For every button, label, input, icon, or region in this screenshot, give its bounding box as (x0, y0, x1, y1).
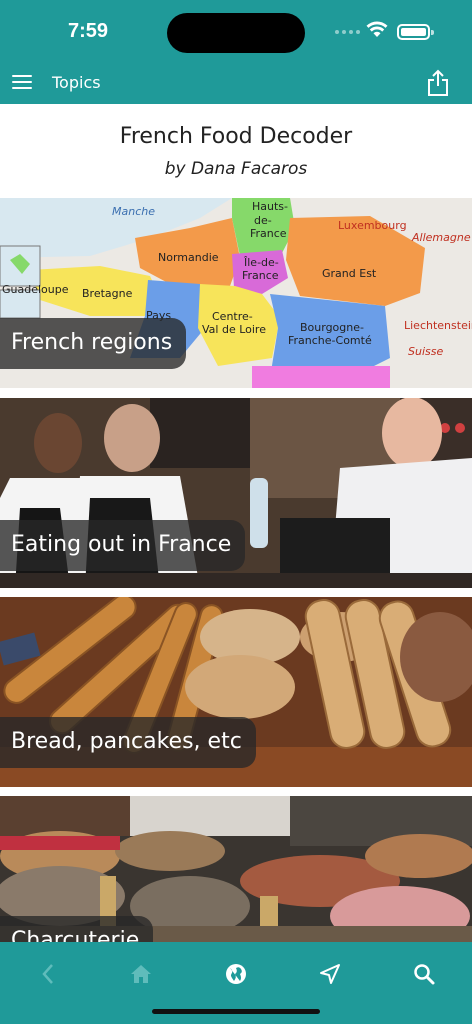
navigation-icon (320, 964, 340, 984)
map-label-suisse: Suisse (408, 345, 443, 358)
topic-label: French regions (0, 318, 187, 369)
status-bar: 7:59 (0, 0, 472, 64)
book-author: by Dana Facaros (164, 159, 308, 179)
map-label-centre: Centre- (212, 310, 253, 323)
book-title: French Food Decoder (119, 124, 353, 149)
status-time: 7:59 (68, 20, 109, 42)
map-label-liechtenstein: Liechtenstein (404, 319, 472, 332)
tab-back[interactable] (26, 952, 70, 996)
topic-card-eating-out[interactable]: Eating out in France (0, 398, 472, 588)
dynamic-island (167, 13, 305, 53)
topic-label: Bread, pancakes, etc (0, 717, 256, 768)
topic-card-charcuterie[interactable]: Charcuterie (0, 796, 472, 942)
svg-text:Val de Loire: Val de Loire (202, 323, 266, 336)
map-label-ile-de-france: Île-de- (243, 256, 279, 269)
topic-label: Charcuterie (0, 916, 154, 942)
tab-home[interactable] (119, 952, 163, 996)
map-label-guadeloupe: Guadeloupe (2, 283, 69, 296)
app-title[interactable]: Topics (52, 73, 101, 92)
map-label-manche: Manche (112, 205, 155, 218)
cellular-signal-icon (335, 30, 360, 34)
back-icon (42, 964, 53, 984)
share-icon[interactable] (424, 68, 452, 98)
svg-text:France: France (242, 269, 279, 282)
globe-icon (226, 964, 246, 984)
map-label-allemagne: Allemagne (411, 231, 471, 244)
menu-icon[interactable] (12, 72, 34, 94)
svg-text:France: France (250, 227, 287, 240)
search-icon (414, 964, 435, 985)
map-label-hauts-de-france: Hauts- (252, 200, 288, 213)
svg-text:Franche-Comté: Franche-Comté (288, 334, 372, 347)
wifi-icon (366, 21, 388, 37)
topic-card-bread[interactable]: Bread, pancakes, etc (0, 597, 472, 787)
home-icon (131, 965, 151, 983)
map-label-bourgogne: Bourgogne- (300, 321, 364, 334)
app-bar: Topics (0, 64, 472, 104)
home-indicator (152, 1009, 320, 1014)
map-label-luxembourg: Luxembourg (338, 219, 407, 232)
svg-text:de-: de- (254, 214, 272, 227)
tab-navigation[interactable] (308, 952, 352, 996)
map-label-normandie: Normandie (158, 251, 219, 264)
map-label-bretagne: Bretagne (82, 287, 133, 300)
topic-label: Eating out in France (0, 520, 246, 571)
tab-globe[interactable] (214, 952, 258, 996)
map-label-grand-est: Grand Est (322, 267, 377, 280)
battery-icon (397, 24, 434, 40)
tab-search[interactable] (402, 952, 446, 996)
topic-card-french-regions[interactable]: Manche Hauts- de- France Luxembourg Alle… (0, 198, 472, 388)
book-header: French Food Decoder by Dana Facaros (0, 104, 472, 198)
